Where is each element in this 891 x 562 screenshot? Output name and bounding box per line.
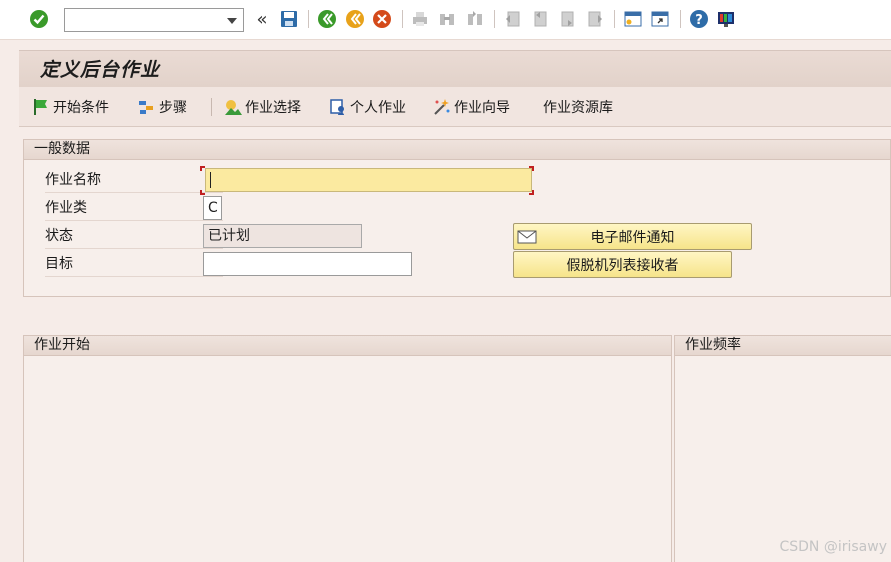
customize-layout-icon[interactable] [716,9,736,29]
shortcut-icon[interactable] [650,9,670,29]
back-nav-icon[interactable] [317,9,337,29]
find-next-icon [465,9,485,29]
find-icon [437,9,457,29]
help-icon[interactable]: ? [689,9,709,29]
job-class-label: 作业类 [45,196,223,221]
start-condition-label: 开始条件 [53,100,109,116]
general-data-header: 一般数据 [24,140,890,160]
magic-wand-icon [432,97,452,117]
first-page-icon [503,9,523,29]
job-frequency-header: 作业频率 [675,336,891,356]
system-toolbar: « ? [0,0,891,40]
chevron-down-icon[interactable] [227,18,237,24]
start-condition-button[interactable]: 开始条件 [31,96,109,118]
page-title: 定义后台作业 [40,59,161,81]
steps-button[interactable]: 步骤 [137,96,187,118]
own-jobs-label: 个人作业 [350,100,406,116]
save-icon[interactable] [279,9,299,29]
job-wizard-label: 作业向导 [454,100,510,116]
email-notification-button[interactable]: 电子邮件通知 [513,223,752,250]
job-start-header: 作业开始 [24,336,671,356]
own-jobs-icon [328,97,348,117]
job-repository-label: 作业资源库 [543,100,613,116]
job-wizard-button[interactable]: 作业向导 [432,96,510,118]
envelope-icon [517,228,537,246]
next-page-icon [558,9,578,29]
application-toolbar: 开始条件 步骤 作业选择 个人作业 作业向导 作业资源库 [19,87,891,127]
target-label: 目标 [45,252,223,277]
last-page-icon [585,9,605,29]
own-jobs-button[interactable]: 个人作业 [328,96,406,118]
title-bar: 定义后台作业 [19,50,891,87]
command-field[interactable] [64,8,244,32]
steps-icon [137,97,157,117]
watermark: CSDN @irisawy [779,539,887,555]
cancel-icon[interactable] [372,9,392,29]
collapse-chevron-icon[interactable]: « [252,9,272,30]
enter-icon[interactable] [29,9,49,29]
general-data-group: 一般数据 作业名称 作业类 状态 目标 C 已计划 电子邮件通知 假脱机列表接收… [23,139,891,297]
status-field: 已计划 [203,224,362,248]
status-label: 状态 [45,224,223,249]
job-frequency-group: 作业频率 [674,335,891,562]
svg-text:?: ? [695,13,703,28]
job-class-input[interactable]: C [203,196,222,220]
target-input[interactable] [203,252,412,276]
exit-icon[interactable] [345,9,365,29]
job-name-input[interactable] [205,168,532,192]
job-selection-icon [223,97,243,117]
steps-label: 步骤 [159,100,187,116]
job-repository-button[interactable]: 作业资源库 [543,96,613,118]
prev-page-icon [530,9,550,29]
print-icon [410,9,430,29]
new-session-icon[interactable] [623,9,643,29]
spool-list-recipient-label: 假脱机列表接收者 [566,257,679,274]
email-notification-label: 电子邮件通知 [590,229,675,246]
job-selection-label: 作业选择 [245,100,301,116]
job-name-label: 作业名称 [45,168,223,193]
spool-list-recipient-button[interactable]: 假脱机列表接收者 [513,251,732,278]
flag-icon [31,97,51,117]
job-start-group: 作业开始 [23,335,672,562]
job-selection-button[interactable]: 作业选择 [223,96,301,118]
text-cursor [210,172,211,188]
